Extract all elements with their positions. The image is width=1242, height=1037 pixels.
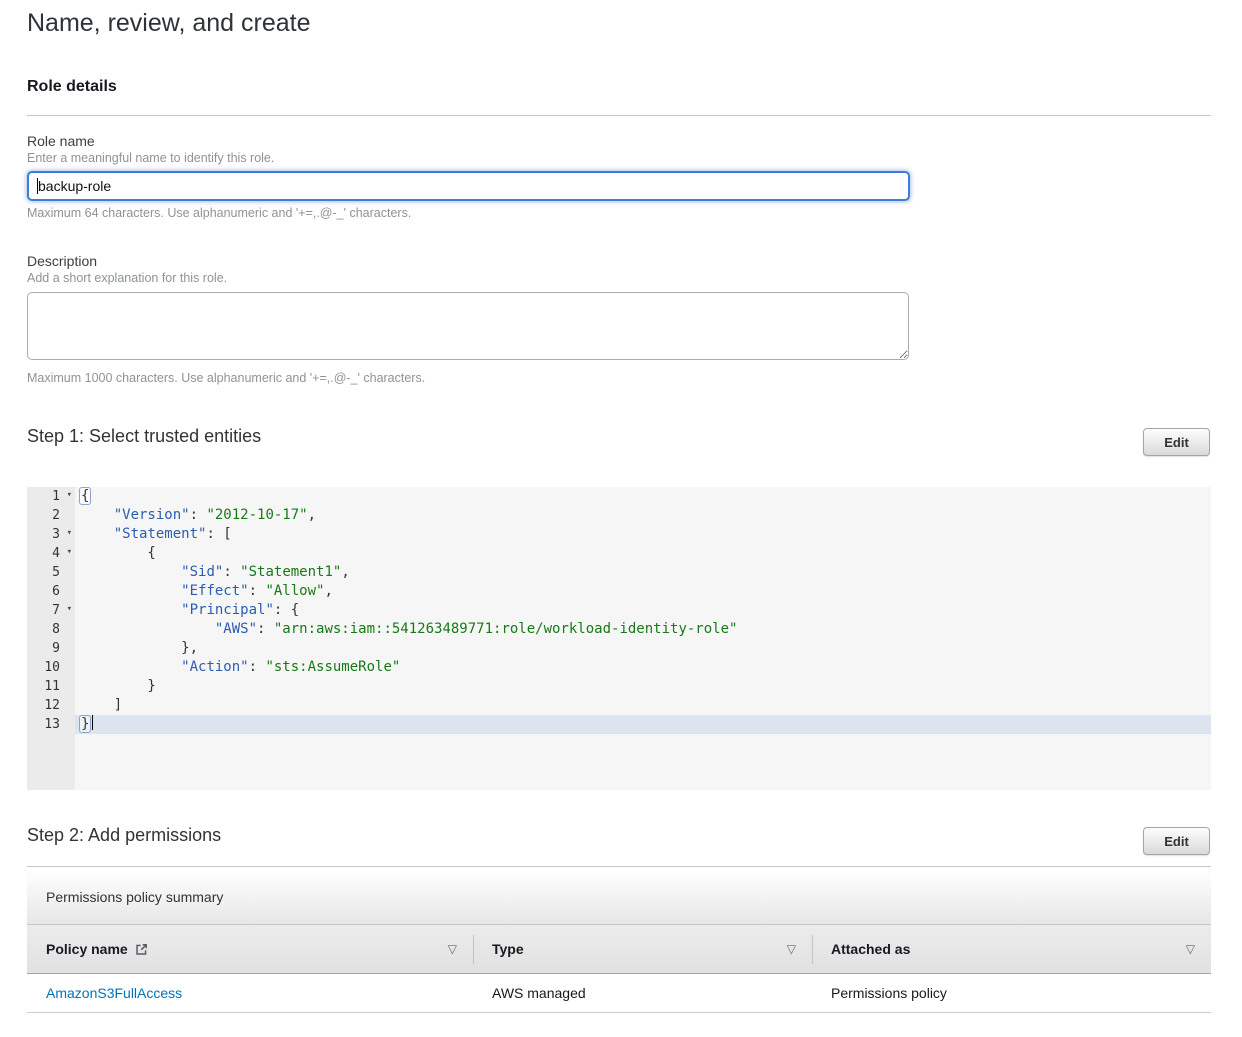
permissions-summary-header: Permissions policy summary [27, 870, 1211, 925]
column-header-type[interactable]: Type ▽ [473, 925, 812, 973]
permissions-table-header: Policy name ▽ Type ▽ Attached as ▽ [27, 925, 1211, 974]
role-name-label: Role name [27, 133, 95, 149]
editor-code-line: { [75, 487, 1211, 506]
role-name-value: backup-role [38, 178, 111, 194]
description-label: Description [27, 253, 97, 269]
role-name-help: Enter a meaningful name to identify this… [27, 151, 274, 165]
editor-code-line: "Effect": "Allow", [75, 582, 1211, 601]
line-number: 13 [27, 715, 75, 734]
editor-code-line: "Sid": "Statement1", [75, 563, 1211, 582]
fold-arrow-icon[interactable]: ▾ [67, 524, 72, 543]
editor-code-line: "Principal": { [75, 601, 1211, 620]
editor-line[interactable]: 2 "Version": "2012-10-17", [27, 506, 1211, 525]
filter-dropdown-icon[interactable]: ▽ [1186, 942, 1195, 956]
iam-create-role-review-page: Name, review, and create Role details Ro… [0, 0, 1242, 1037]
line-number: 2 [27, 506, 75, 525]
step1-edit-button[interactable]: Edit [1143, 428, 1210, 456]
page-title: Name, review, and create [27, 9, 310, 38]
line-number: 4▾ [27, 544, 75, 563]
step2-heading: Step 2: Add permissions [27, 825, 221, 846]
policy-type-cell: AWS managed [473, 985, 812, 1001]
description-help: Add a short explanation for this role. [27, 271, 227, 285]
editor-code-line: } [75, 715, 1211, 734]
line-number: 3▾ [27, 525, 75, 544]
step1-heading: Step 1: Select trusted entities [27, 426, 261, 447]
editor-code-line: "Version": "2012-10-17", [75, 506, 1211, 525]
description-hint: Maximum 1000 characters. Use alphanumeri… [27, 371, 425, 385]
editor-line[interactable]: 13} [27, 715, 1211, 734]
column-label: Policy name [46, 941, 128, 957]
policy-name-link[interactable]: AmazonS3FullAccess [46, 985, 182, 1001]
permissions-summary-title: Permissions policy summary [46, 889, 223, 905]
editor-line[interactable]: 4▾ { [27, 544, 1211, 563]
filter-dropdown-icon[interactable]: ▽ [448, 942, 457, 956]
editor-line[interactable]: 11 } [27, 677, 1211, 696]
fold-arrow-icon[interactable]: ▾ [67, 600, 72, 619]
editor-code-line: "Statement": [ [75, 525, 1211, 544]
line-number: 8 [27, 620, 75, 639]
editor-line[interactable]: 8 "AWS": "arn:aws:iam::541263489771:role… [27, 620, 1211, 639]
description-textarea[interactable] [27, 292, 909, 360]
editor-line[interactable]: 5 "Sid": "Statement1", [27, 563, 1211, 582]
line-number: 12 [27, 696, 75, 715]
role-name-input[interactable]: backup-role [27, 171, 910, 201]
editor-line[interactable]: 3▾ "Statement": [ [27, 525, 1211, 544]
line-number: 9 [27, 639, 75, 658]
editor-caret [92, 715, 93, 730]
line-number: 5 [27, 563, 75, 582]
policy-editor-lines: 1▾{2 "Version": "2012-10-17",3▾ "Stateme… [27, 487, 1211, 734]
policy-name-cell: AmazonS3FullAccess [27, 985, 473, 1001]
line-number: 7▾ [27, 601, 75, 620]
editor-code-line: "Action": "sts:AssumeRole" [75, 658, 1211, 677]
column-label: Type [492, 941, 524, 957]
role-name-hint: Maximum 64 characters. Use alphanumeric … [27, 206, 411, 220]
fold-arrow-icon[interactable]: ▾ [67, 486, 72, 505]
editor-code-line: "AWS": "arn:aws:iam::541263489771:role/w… [75, 620, 1211, 639]
column-divider [812, 935, 813, 964]
line-number: 11 [27, 677, 75, 696]
editor-line[interactable]: 9 }, [27, 639, 1211, 658]
column-header-policy-name[interactable]: Policy name ▽ [27, 925, 473, 973]
attached-as-cell: Permissions policy [812, 985, 1211, 1001]
fold-arrow-icon[interactable]: ▾ [67, 543, 72, 562]
editor-line[interactable]: 10 "Action": "sts:AssumeRole" [27, 658, 1211, 677]
editor-code-line: } [75, 677, 1211, 696]
column-divider [473, 935, 474, 964]
line-number: 1▾ [27, 487, 75, 506]
external-link-icon [135, 943, 148, 956]
editor-line[interactable]: 7▾ "Principal": { [27, 601, 1211, 620]
role-details-heading: Role details [27, 78, 117, 96]
editor-code-line: }, [75, 639, 1211, 658]
editor-code-line: ] [75, 696, 1211, 715]
editor-line[interactable]: 12 ] [27, 696, 1211, 715]
editor-line[interactable]: 6 "Effect": "Allow", [27, 582, 1211, 601]
column-header-attached-as[interactable]: Attached as ▽ [812, 925, 1211, 973]
trust-policy-editor[interactable]: 1▾{2 "Version": "2012-10-17",3▾ "Stateme… [27, 487, 1211, 790]
column-label: Attached as [831, 941, 910, 957]
editor-line[interactable]: 1▾{ [27, 487, 1211, 506]
step2-edit-button[interactable]: Edit [1143, 827, 1210, 855]
role-details-divider [27, 115, 1211, 116]
editor-code-line: { [75, 544, 1211, 563]
filter-dropdown-icon[interactable]: ▽ [787, 942, 796, 956]
line-number: 6 [27, 582, 75, 601]
line-number: 10 [27, 658, 75, 677]
step2-divider [27, 866, 1211, 867]
permissions-table-row: AmazonS3FullAccess AWS managedPermissions… [27, 974, 1211, 1013]
